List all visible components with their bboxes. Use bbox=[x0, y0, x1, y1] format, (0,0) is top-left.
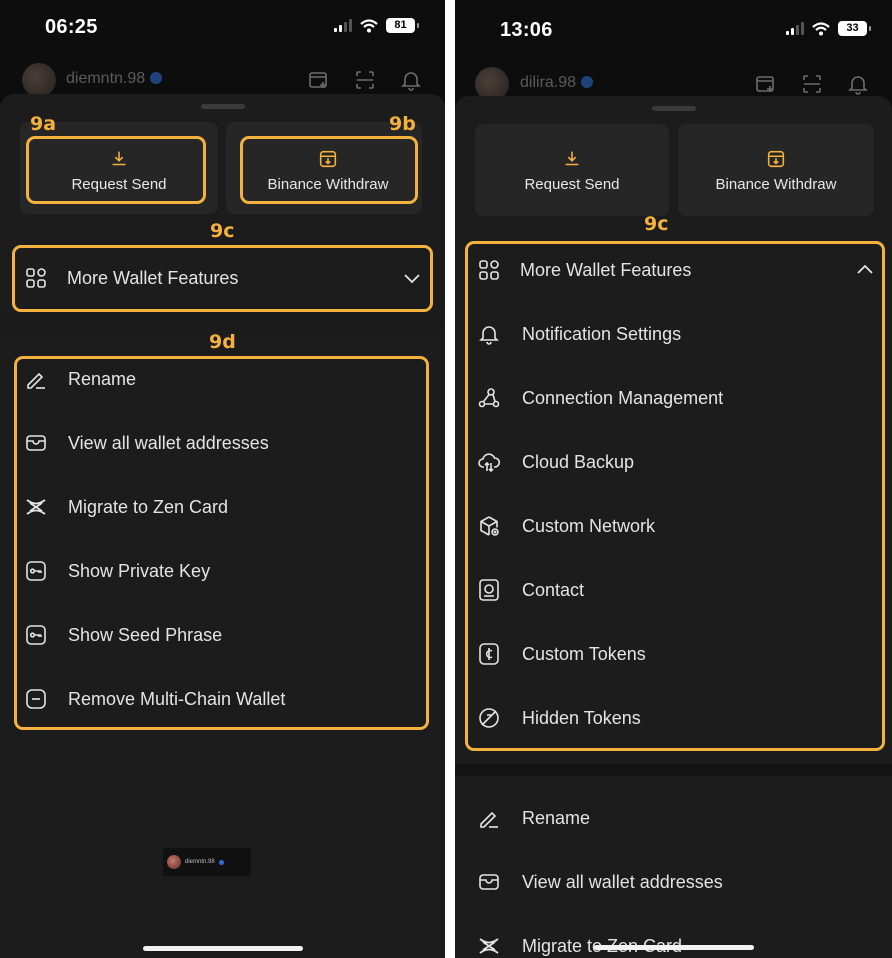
annotation-tag-9a: 9a bbox=[30, 113, 57, 135]
add-card-icon[interactable] bbox=[307, 68, 331, 92]
home-indicator[interactable] bbox=[142, 946, 303, 951]
home-indicator[interactable] bbox=[593, 945, 754, 950]
status-bar: 13:06 33 bbox=[455, 14, 892, 44]
section-divider bbox=[455, 764, 892, 776]
account-chip: diemntn.98 bbox=[163, 848, 251, 876]
wifi-icon bbox=[812, 21, 830, 35]
left-phone-screen: 06:25 81 diemntn.98 Request Send Binance… bbox=[0, 0, 445, 958]
sheet-grabber[interactable] bbox=[651, 106, 696, 111]
wallet-icon bbox=[477, 870, 501, 894]
verified-icon bbox=[150, 72, 163, 84]
binance-withdraw-label: Binance Withdraw bbox=[715, 175, 837, 193]
highlight-box-9c bbox=[465, 241, 885, 751]
wallet-header: dilira.98 bbox=[455, 64, 892, 101]
footer-username: diemntn.98 bbox=[185, 859, 215, 865]
download-icon bbox=[565, 151, 579, 165]
avatar[interactable] bbox=[22, 63, 56, 97]
avatar bbox=[167, 855, 181, 869]
menu-item-label: View all wallet addresses bbox=[522, 871, 723, 892]
bell-icon[interactable] bbox=[399, 68, 423, 92]
scan-icon[interactable] bbox=[800, 72, 824, 96]
annotation-tag-9b: 9b bbox=[389, 113, 416, 135]
menu-item-view-addresses[interactable]: View all wallet addresses bbox=[455, 850, 892, 914]
scan-icon[interactable] bbox=[353, 68, 377, 92]
battery-icon: 33 bbox=[838, 21, 871, 36]
signal-icon bbox=[334, 19, 352, 32]
pencil-icon bbox=[477, 806, 501, 830]
highlight-box-9c bbox=[12, 245, 433, 312]
verified-icon bbox=[581, 76, 594, 88]
wifi-icon bbox=[360, 18, 378, 32]
menu-item-migrate-zen[interactable]: Migrate to Zen Card bbox=[455, 914, 892, 958]
status-time: 13:06 bbox=[500, 19, 553, 41]
highlight-box-9a bbox=[26, 136, 206, 204]
annotation-tag-9c: 9c bbox=[644, 213, 669, 235]
bell-icon[interactable] bbox=[846, 72, 870, 96]
menu-item-label: Rename bbox=[522, 807, 591, 828]
add-card-icon[interactable] bbox=[754, 72, 778, 96]
right-phone-screen: 13:06 33 dilira.98 Request Send Binance … bbox=[455, 0, 892, 958]
wallet-header: diemntn.98 bbox=[0, 60, 445, 97]
zen-icon bbox=[477, 934, 501, 958]
status-bar: 06:25 81 bbox=[0, 14, 445, 44]
status-time: 06:25 bbox=[45, 16, 98, 38]
annotation-tag-9c: 9c bbox=[210, 220, 235, 242]
section-divider bbox=[0, 318, 445, 330]
verified-icon bbox=[218, 859, 224, 865]
battery-icon: 81 bbox=[386, 18, 419, 33]
highlight-box-9d bbox=[14, 356, 429, 730]
menu-item-rename[interactable]: Rename bbox=[455, 786, 892, 850]
binance-withdraw-button[interactable]: Binance Withdraw bbox=[678, 124, 874, 216]
signal-icon bbox=[786, 22, 804, 35]
request-send-button[interactable]: Request Send bbox=[475, 124, 669, 216]
username: diemntn.98 bbox=[66, 70, 146, 87]
request-send-label: Request Send bbox=[524, 175, 620, 193]
sheet-grabber[interactable] bbox=[200, 104, 245, 109]
withdraw-box-icon bbox=[767, 150, 785, 167]
highlight-box-9b bbox=[240, 136, 418, 204]
username: dilira.98 bbox=[520, 74, 577, 91]
